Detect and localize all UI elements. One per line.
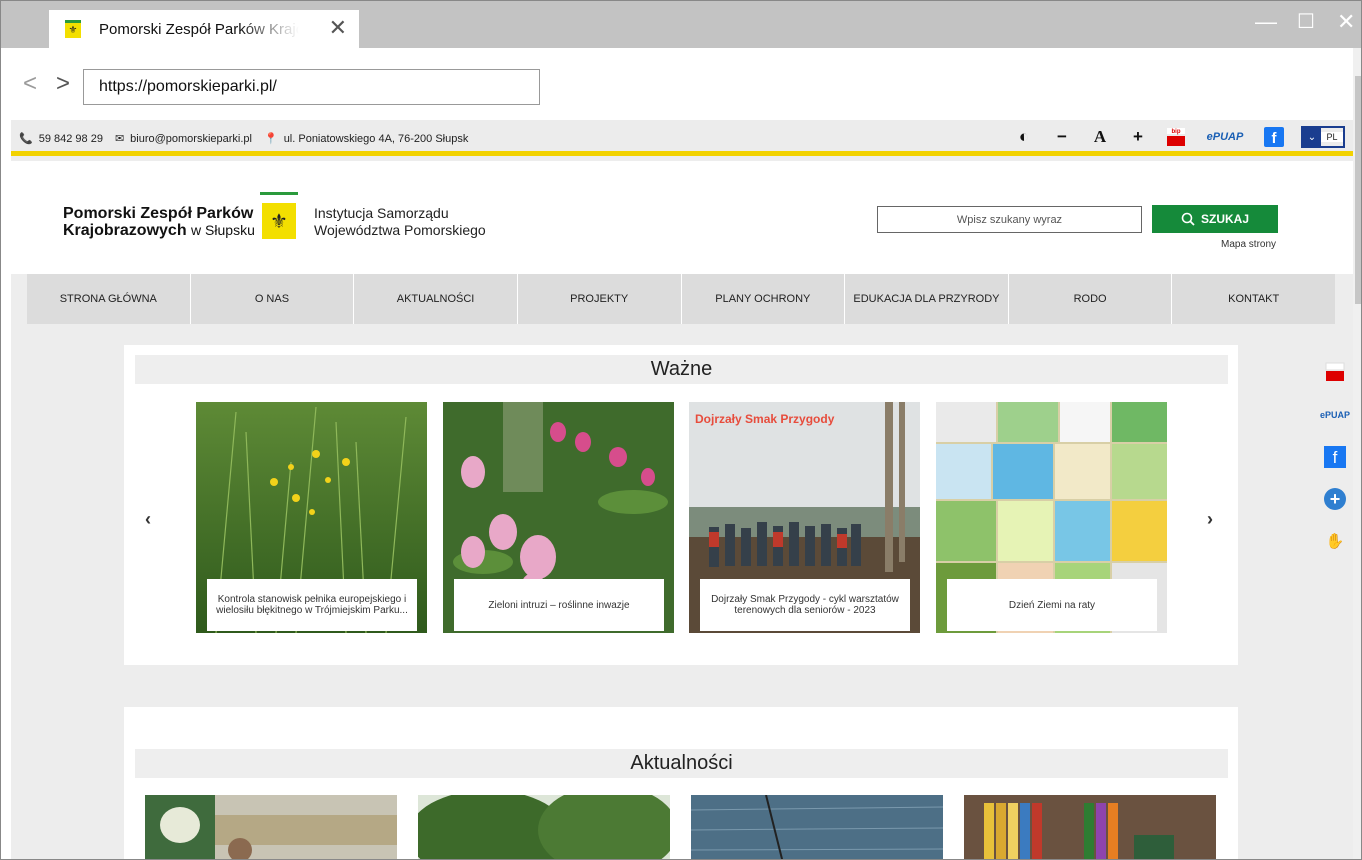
language-label: PL (1321, 132, 1343, 142)
web-page: 📞 59 842 98 29 ✉ biuro@pomorskieparki.pl… (11, 120, 1353, 859)
maximize-icon[interactable]: ☐ (1297, 11, 1315, 33)
carousel-prev-icon[interactable]: ‹ (145, 509, 151, 530)
crest-logo: ⚜ (260, 192, 298, 242)
font-smaller-button[interactable]: − (1043, 124, 1081, 150)
url-field[interactable]: https://pomorskieparki.pl/ (83, 69, 540, 105)
top-info-bar: 📞 59 842 98 29 ✉ biuro@pomorskieparki.pl… (11, 120, 1353, 156)
minimize-icon[interactable]: — (1255, 11, 1277, 33)
aktualnosci-section: Aktualności (124, 707, 1238, 859)
browser-tab[interactable]: ⚜ Pomorski Zespół Parków Krajobrazowych … (49, 10, 359, 48)
news-card-3[interactable] (691, 795, 943, 859)
contrast-icon[interactable]: ◐ (1005, 124, 1043, 150)
phone-icon: 📞 (19, 133, 33, 145)
menu-item-strona-glowna[interactable]: STRONA GŁÓWNA (27, 274, 191, 324)
main-menu: STRONA GŁÓWNA O NAS AKTUALNOŚCI PROJEKTY… (27, 274, 1335, 324)
news-card-4[interactable] (964, 795, 1216, 859)
institution-line2: Województwa Pomorskiego (314, 222, 486, 238)
logo-line2: Krajobrazowych (63, 222, 187, 239)
institution-name: Instytucja Samorządu Województwa Pomorsk… (314, 205, 486, 239)
search-input[interactable]: Wpisz szukany wyraz (877, 206, 1142, 233)
search-icon (1181, 212, 1195, 226)
news-image-3 (691, 795, 943, 859)
scrollbar[interactable] (1353, 48, 1361, 859)
facebook-icon[interactable]: f (1255, 124, 1293, 150)
card-caption: Dojrzały Smak Przygody - cykl warsztatów… (700, 579, 910, 631)
aktualnosci-title: Aktualności (135, 749, 1228, 778)
news-image-4 (964, 795, 1216, 859)
forward-icon[interactable]: > (56, 72, 70, 96)
card-caption: Zieloni intruzi – roślinne inwazje (454, 579, 664, 631)
side-epuap-icon[interactable]: ePUAP (1320, 400, 1350, 430)
menu-item-plany-ochrony[interactable]: PLANY OCHRONY (682, 274, 846, 324)
email-icon: ✉ (114, 133, 125, 145)
sitemap-link[interactable]: Mapa strony (1221, 239, 1276, 250)
search-button[interactable]: SZUKAJ (1152, 205, 1278, 233)
epuap-icon[interactable]: ePUAP (1195, 124, 1255, 150)
wazne-card-1[interactable]: Kontrola stanowisk pełnika europejskiego… (196, 402, 427, 633)
griffin-icon: ⚜ (262, 203, 296, 239)
institution-line1: Instytucja Samorządu (314, 205, 449, 221)
menu-item-kontakt[interactable]: KONTAKT (1172, 274, 1335, 324)
site-logo[interactable]: Pomorski Zespół Parków Krajobrazowych w … (63, 205, 255, 239)
logo-line2-suffix: w Słupsku (191, 222, 255, 238)
menu-item-projekty[interactable]: PROJEKTY (518, 274, 682, 324)
site-header: Pomorski Zespół Parków Krajobrazowych w … (11, 161, 1353, 274)
font-larger-button[interactable]: + (1119, 124, 1157, 150)
location-icon: 📍 (263, 133, 278, 145)
card-image-title: Dojrzały Smak Przygody (695, 412, 835, 426)
news-card-2[interactable] (418, 795, 670, 859)
side-facebook-icon[interactable]: f (1320, 442, 1350, 472)
carousel-next-icon[interactable]: › (1207, 509, 1213, 530)
news-card-1[interactable] (145, 795, 397, 859)
search-button-label: SZUKAJ (1200, 212, 1249, 226)
news-image-2 (418, 795, 670, 859)
wazne-section: Ważne ‹ › Kontrola stanowisk pełnika eur… (124, 345, 1238, 665)
menu-item-o-nas[interactable]: O NAS (191, 274, 355, 324)
favicon-icon: ⚜ (65, 20, 81, 38)
scrollbar-thumb[interactable] (1355, 76, 1361, 304)
phone-number[interactable]: 59 842 98 29 (39, 133, 103, 145)
logo-line1: Pomorski Zespół Parków (63, 205, 254, 222)
card-caption: Kontrola stanowisk pełnika europejskiego… (207, 579, 417, 631)
bip-label: bip (1172, 129, 1181, 135)
address-text: ul. Poniatowskiego 4A, 76-200 Słupsk (283, 132, 469, 145)
wazne-title: Ważne (135, 355, 1228, 384)
menu-item-aktualnosci[interactable]: AKTUALNOŚCI (354, 274, 518, 324)
back-icon[interactable]: < (23, 72, 37, 96)
email-link[interactable]: biuro@pomorskieparki.pl (130, 133, 252, 145)
language-select[interactable]: ⌄ PL (1301, 126, 1345, 148)
side-sign-language-icon[interactable]: ✋ (1320, 526, 1350, 556)
tab-bar: ⚜ Pomorski Zespół Parków Krajobrazowych … (1, 1, 1361, 48)
close-tab-icon[interactable]: ✕ (329, 17, 347, 39)
news-image-1 (145, 795, 397, 859)
font-normal-button[interactable]: A (1081, 124, 1119, 150)
side-bip-icon[interactable] (1320, 357, 1350, 387)
card-caption: Dzień Ziemi na raty (947, 579, 1157, 631)
menu-item-edukacja[interactable]: EDUKACJA DLA PRZYRODY (845, 274, 1009, 324)
tab-title: Pomorski Zespół Parków Krajobrazowych (99, 20, 299, 38)
bip-icon[interactable]: bip (1157, 124, 1195, 150)
browser-window: ⚜ Pomorski Zespół Parków Krajobrazowych … (0, 0, 1362, 860)
chevron-down-icon: ⌄ (1303, 128, 1321, 146)
wazne-card-3[interactable]: Dojrzały Smak Przygody Dojrzały Smak Prz… (689, 402, 920, 633)
wazne-card-2[interactable]: Zieloni intruzi – roślinne inwazje (443, 402, 674, 633)
wazne-card-4[interactable]: Dzień Ziemi na raty (936, 402, 1167, 633)
menu-item-rodo[interactable]: RODO (1009, 274, 1173, 324)
side-accessibility-icon[interactable]: + (1320, 484, 1350, 514)
close-window-icon[interactable]: ✕ (1337, 11, 1355, 33)
address-bar: < > https://pomorskieparki.pl/ (1, 48, 1361, 120)
